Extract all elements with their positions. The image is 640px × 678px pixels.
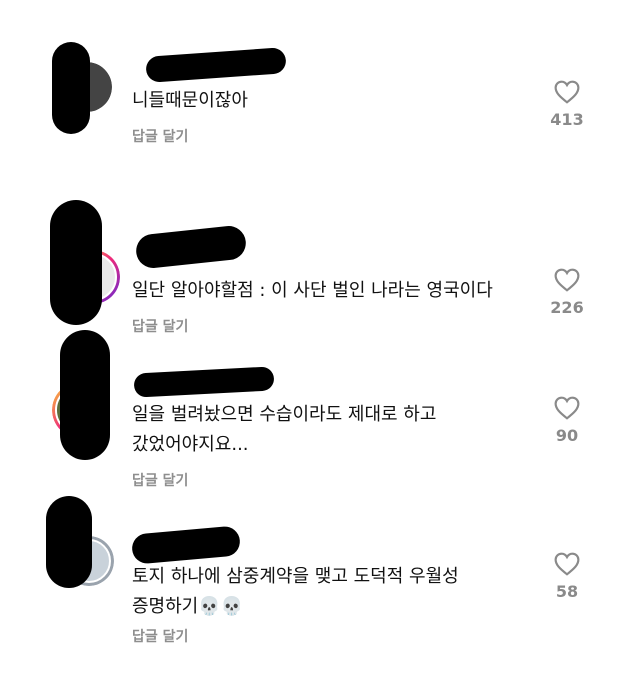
like-button[interactable]: 413 (545, 80, 589, 129)
avatar-redaction (46, 496, 92, 588)
like-button[interactable]: 90 (545, 396, 589, 445)
avatar-redaction (60, 330, 110, 460)
heart-outline-icon[interactable] (554, 396, 580, 420)
reply-button[interactable]: 답글 달기 (132, 470, 188, 490)
username-redaction (134, 224, 248, 270)
username-redaction (133, 366, 275, 398)
like-button[interactable]: 226 (545, 268, 589, 317)
username-redaction (130, 525, 242, 565)
comment-text: 니들때문이잖아 (132, 90, 248, 111)
reply-button[interactable]: 답글 달기 (132, 626, 188, 646)
comment-text: 토지 하나에 삼중계약을 맺고 도덕적 우월성 증명하기💀💀 (132, 566, 459, 617)
like-count: 413 (550, 110, 584, 129)
username-redaction (145, 47, 287, 83)
like-count: 90 (555, 426, 579, 445)
like-count: 58 (555, 582, 579, 601)
avatar-redaction (50, 200, 102, 325)
heart-outline-icon[interactable] (554, 552, 580, 576)
like-button[interactable]: 58 (545, 552, 589, 601)
reply-button[interactable]: 답글 달기 (132, 316, 188, 336)
heart-outline-icon[interactable] (554, 268, 580, 292)
avatar-redaction (52, 42, 90, 134)
comment-text: 일단 알아야할점 : 이 사단 벌인 나라는 영국이다 (132, 280, 493, 301)
like-count: 226 (550, 298, 584, 317)
reply-button[interactable]: 답글 달기 (132, 126, 188, 146)
heart-outline-icon[interactable] (554, 80, 580, 104)
comment-text: 일을 벌려놨으면 수습이라도 제대로 하고 갔었어야지요... (132, 404, 437, 455)
